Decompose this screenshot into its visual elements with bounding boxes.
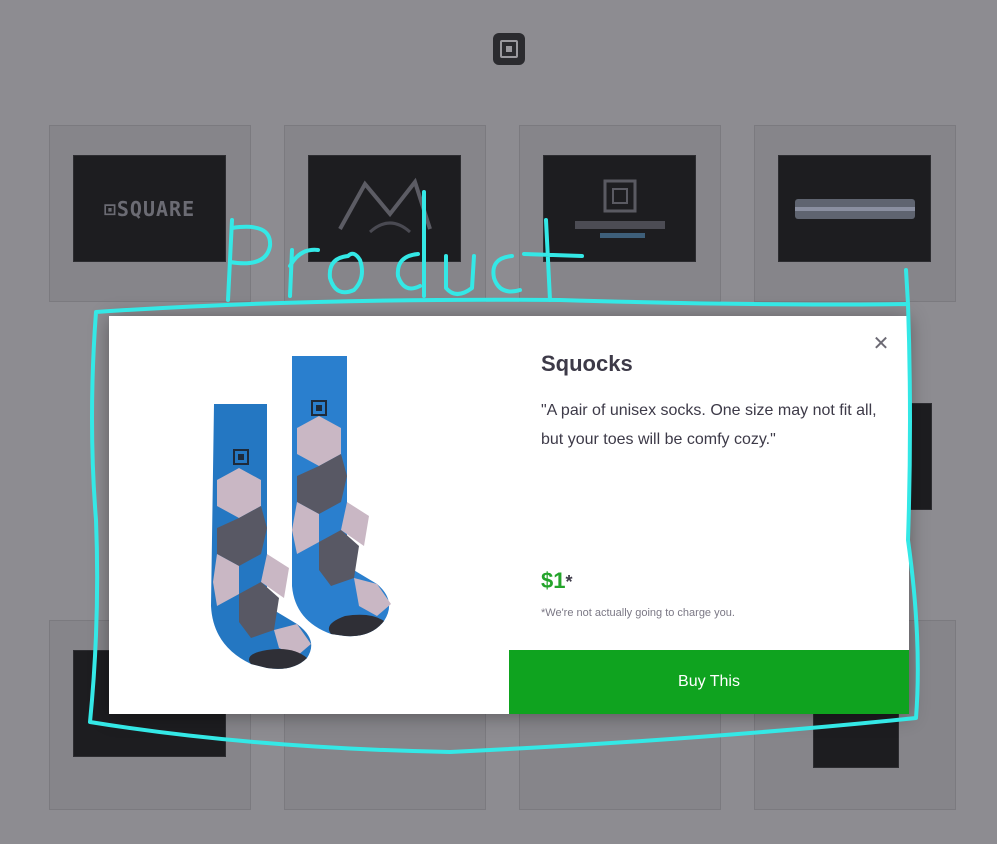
product-thumbnail bbox=[308, 155, 461, 262]
product-thumbnail bbox=[908, 403, 932, 510]
product-modal: ✕ Squocks "A pair of unisex socks. One s… bbox=[109, 316, 909, 714]
cube-logo-art bbox=[574, 179, 665, 238]
chrome-logo-art bbox=[794, 198, 915, 219]
thumbnail-label: ⊡SQUARE bbox=[103, 196, 196, 221]
socks-image bbox=[211, 356, 391, 669]
buy-button[interactable]: Buy This bbox=[509, 650, 909, 714]
square-logo-icon[interactable] bbox=[493, 33, 525, 65]
product-title: Squocks bbox=[541, 351, 633, 376]
logo-dot bbox=[506, 46, 512, 52]
price-value: $1 bbox=[541, 568, 566, 593]
graphic-logo-art bbox=[337, 177, 432, 233]
product-thumbnail: ⊡SQUARE bbox=[73, 155, 226, 262]
product-image bbox=[109, 316, 509, 714]
product-description: "A pair of unisex socks. One size may no… bbox=[541, 402, 877, 448]
price-footnote: *We're not actually going to charge you. bbox=[541, 607, 735, 619]
product-price: $1* bbox=[541, 568, 573, 594]
close-icon[interactable]: ✕ bbox=[871, 334, 891, 354]
product-thumbnail bbox=[543, 155, 696, 262]
price-footnote-marker: * bbox=[565, 572, 573, 592]
product-thumbnail bbox=[778, 155, 931, 262]
